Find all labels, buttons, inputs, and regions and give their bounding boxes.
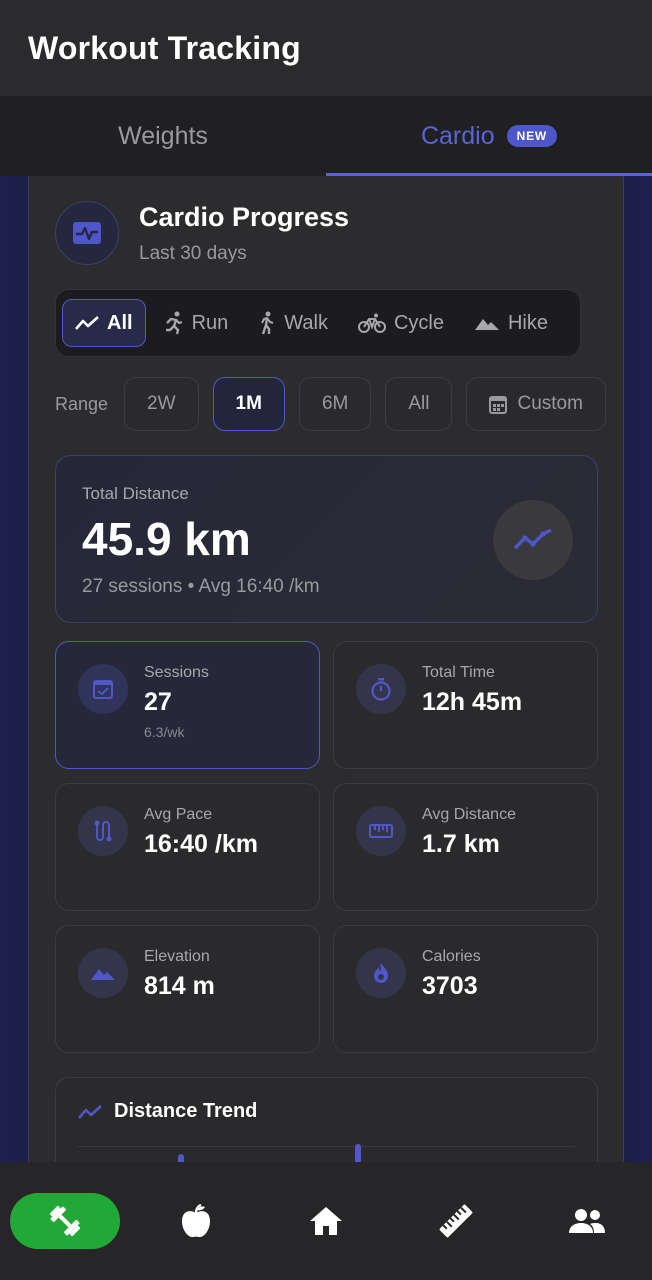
stat-avg-distance: Avg Distance 1.7 km	[333, 783, 598, 911]
range-chip-text: 1M	[235, 393, 262, 414]
type-chip-label: Run	[191, 311, 229, 334]
card-header: Cardio Progress Last 30 days	[55, 201, 349, 265]
distance-trend-header: Distance Trend	[78, 1100, 257, 1123]
tab-weights-label: Weights	[118, 121, 208, 150]
stat-value: 1.7 km	[422, 830, 500, 858]
home-icon	[309, 1207, 342, 1235]
range-chip-2w[interactable]: 2W	[124, 377, 199, 431]
range-chip-6m[interactable]: 6M	[298, 377, 372, 431]
stat-label: Calories	[422, 948, 481, 965]
stat-value: 3703	[422, 972, 478, 1000]
new-badge: NEW	[506, 125, 558, 147]
ruler-icon	[356, 806, 406, 856]
stat-label: Total Time	[422, 664, 495, 681]
nav-workouts[interactable]	[10, 1193, 121, 1249]
nav-community[interactable]	[532, 1193, 642, 1249]
chart-gridline	[78, 1146, 575, 1147]
stat-avg-pace: Avg Pace 16:40 /km	[55, 783, 320, 911]
stopwatch-icon	[356, 664, 406, 714]
nav-measurements[interactable]	[401, 1193, 511, 1249]
range-chip-1m[interactable]: 1M	[212, 377, 285, 431]
range-chip-text: Custom	[517, 393, 583, 414]
trend-line-icon	[75, 316, 99, 330]
card-subtitle: Last 30 days	[139, 242, 247, 264]
cardio-progress-card: Cardio Progress Last 30 days All Run Wal…	[28, 160, 624, 1200]
calendar-icon	[489, 396, 508, 414]
stat-total-time: Total Time 12h 45m	[333, 641, 598, 769]
activity-type-filter: All Run Walk Cycle Hike	[55, 289, 581, 357]
range-chip-custom[interactable]: Custom	[466, 377, 606, 431]
tab-bar: Weights Cardio NEW	[0, 96, 652, 176]
page-title: Workout Tracking	[28, 29, 301, 66]
range-chip-all[interactable]: All	[385, 377, 453, 431]
stat-calories: Calories 3703	[333, 925, 598, 1053]
app-bar: Workout Tracking	[0, 0, 652, 96]
people-icon	[568, 1209, 605, 1233]
total-distance-value: 45.9 km	[82, 513, 251, 565]
tab-weights[interactable]: Weights	[0, 96, 326, 176]
dumbbell-icon	[50, 1205, 81, 1237]
type-chip-all[interactable]: All	[62, 299, 146, 347]
stat-label: Elevation	[144, 948, 210, 965]
bottom-navigation	[0, 1162, 652, 1280]
range-chip-text: All	[408, 393, 430, 414]
trend-line-icon	[78, 1104, 102, 1119]
apple-icon	[181, 1203, 210, 1238]
mountain-icon	[474, 319, 499, 330]
stat-label: Sessions	[144, 664, 209, 681]
type-chip-cycle[interactable]: Cycle	[346, 299, 456, 347]
range-selector: Range 2W 1M 6M All Custom	[55, 377, 620, 431]
nav-home[interactable]	[271, 1193, 381, 1249]
flame-icon	[356, 948, 406, 998]
bicycle-icon	[357, 313, 386, 333]
type-chip-label: Cycle	[393, 311, 444, 334]
stat-label: Avg Pace	[144, 806, 213, 823]
tab-cardio[interactable]: Cardio NEW	[326, 96, 652, 176]
stat-value: 12h 45m	[422, 688, 523, 716]
running-icon	[165, 311, 182, 335]
range-chip-text: 6M	[321, 393, 349, 414]
type-chip-run[interactable]: Run	[152, 299, 241, 347]
type-chip-hike[interactable]: Hike	[462, 299, 560, 347]
type-chip-walk[interactable]: Walk	[246, 299, 340, 347]
stat-elevation: Elevation 814 m	[55, 925, 320, 1053]
total-distance-card: Total Distance 45.9 km 27 sessions • Avg…	[55, 455, 598, 623]
ruler-icon	[440, 1204, 473, 1238]
calendar-check-icon	[78, 664, 128, 714]
nav-nutrition[interactable]	[141, 1193, 251, 1249]
stat-sessions: Sessions 27 6.3/wk	[55, 641, 320, 769]
stat-value: 16:40 /km	[144, 830, 258, 858]
mountain-icon	[78, 948, 128, 998]
walking-icon	[261, 311, 274, 335]
tab-cardio-label: Cardio	[420, 121, 495, 150]
total-distance-label: Total Distance	[82, 484, 189, 503]
stat-value: 27	[144, 688, 172, 716]
stat-value: 814 m	[144, 972, 215, 1000]
heart-rate-monitor-icon	[55, 201, 119, 265]
stat-sub: 6.3/wk	[144, 724, 185, 740]
route-icon	[78, 806, 128, 856]
total-distance-summary: 27 sessions • Avg 16:40 /km	[82, 576, 320, 597]
stat-label: Avg Distance	[422, 806, 516, 823]
range-label: Range	[55, 393, 109, 414]
range-chip-text: 2W	[147, 393, 176, 414]
distance-trend-title: Distance Trend	[114, 1100, 258, 1122]
type-chip-label: Hike	[507, 311, 548, 334]
card-title: Cardio Progress	[139, 201, 350, 232]
type-chip-label: Walk	[284, 311, 328, 334]
trend-line-icon	[493, 500, 573, 580]
type-chip-label: All	[107, 311, 133, 334]
